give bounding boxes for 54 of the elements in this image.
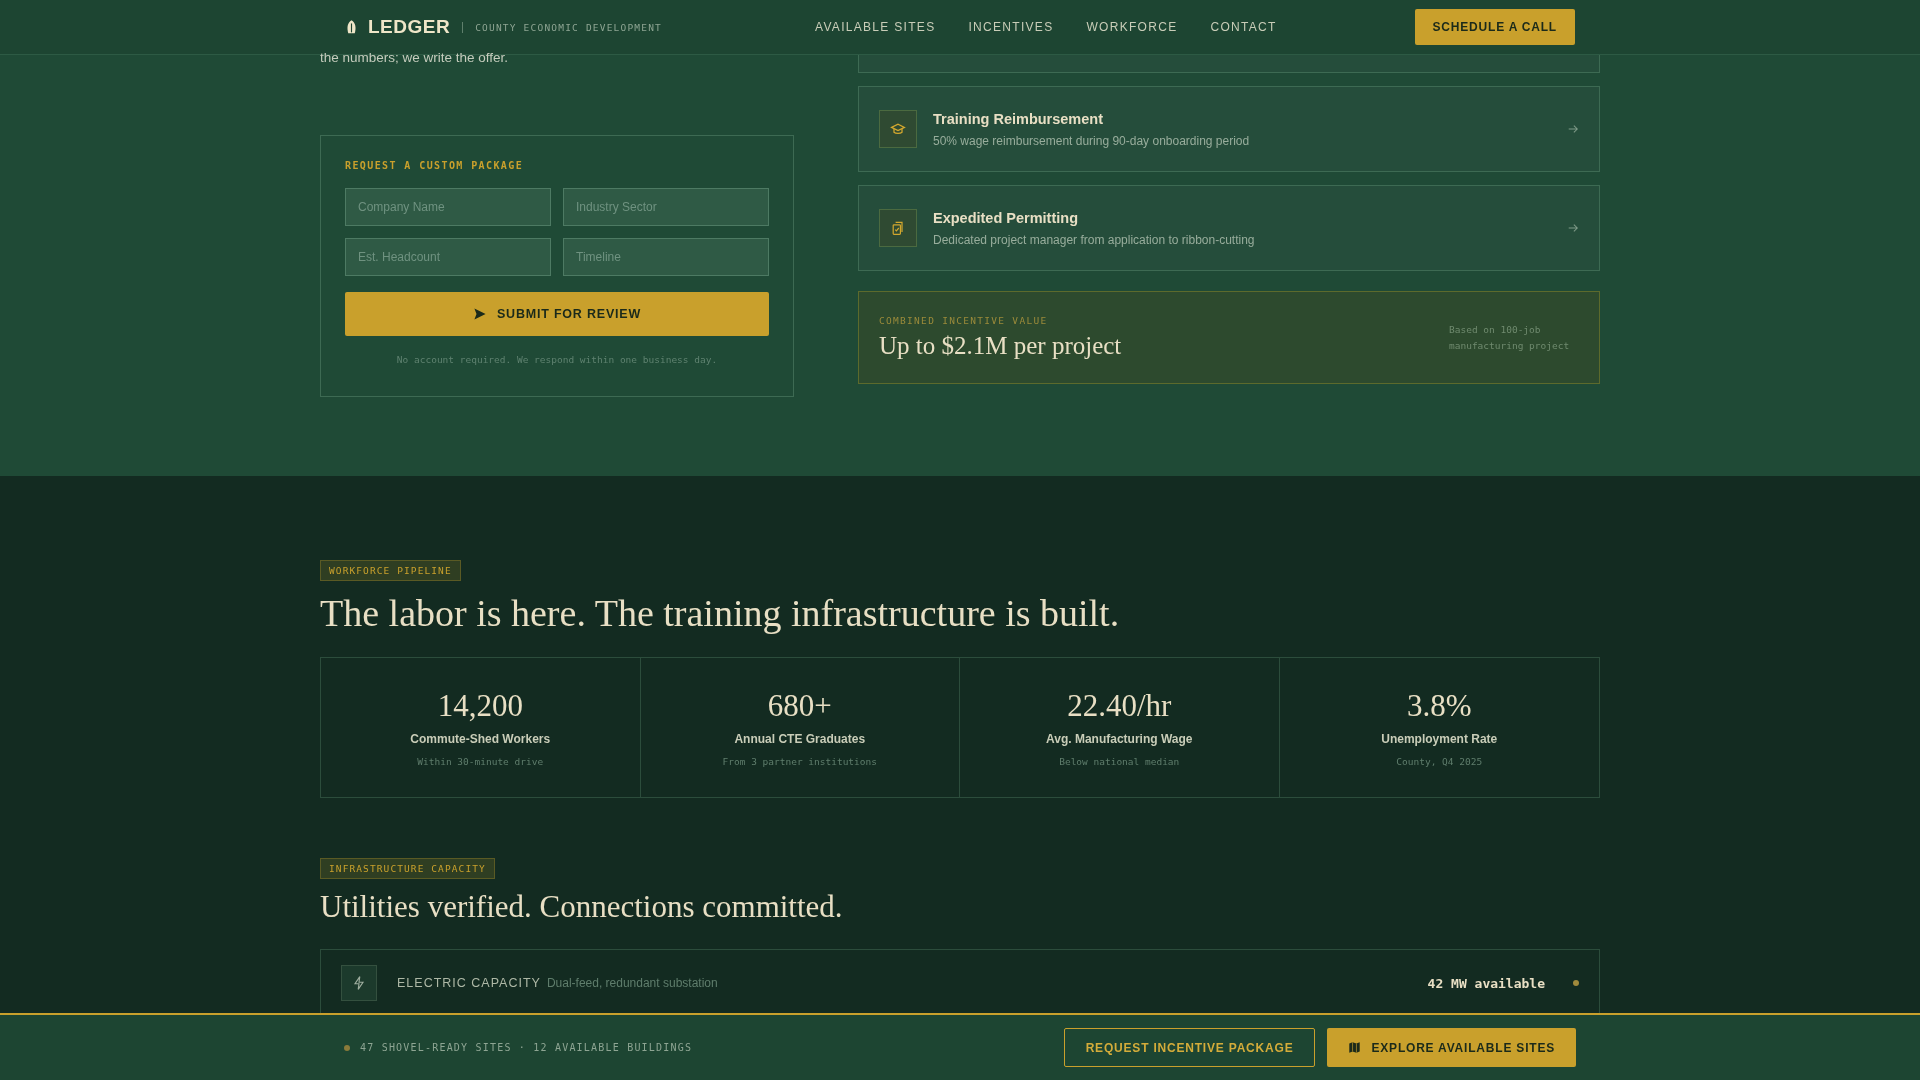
stat-label: Unemployment Rate [1381,732,1498,746]
nav-link[interactable]: AVAILABLE SITES [815,20,936,34]
stat-value: 22.40/hr [1067,688,1172,724]
schedule-call-button[interactable]: SCHEDULE A CALL [1414,9,1575,45]
input-field[interactable]: Est. Headcount [345,238,551,276]
utility-value: 42 MW available [1427,975,1545,991]
section-tag: WORKFORCE PIPELINE [320,560,461,581]
form-title: REQUEST A CUSTOM PACKAGE [345,160,525,171]
input-field[interactable]: Timeline [563,238,769,276]
intro-text: the numbers; we write the offer. [320,50,510,66]
status-text: 47 SHOVEL-READY SITES · 12 AVAILABLE BUILDINGS [360,1042,693,1053]
incentive-card[interactable]: Training Reimbursement 50% wage reimbursement during 90-day onboarding period [858,86,1600,172]
section-tag: INFRASTRUCTURE CAPACITY [320,858,495,879]
card-title: Training Reimbursement [933,110,1104,127]
submit-button[interactable]: SUBMIT FOR REVIEW [345,292,769,336]
send-icon [472,307,487,321]
arrow-icon [1567,222,1579,234]
summary-label: COMBINED INCENTIVE VALUE [879,315,1049,326]
card-title: Expedited Permitting [933,209,1080,226]
stat-value: 14,200 [437,688,523,724]
form-note: No account required. We respond within one business day. [395,354,719,365]
request-package-button[interactable]: REQUEST INCENTIVE PACKAGE [1063,1028,1316,1067]
stat-label: Avg. Manufacturing Wage [1046,732,1193,746]
input-field[interactable]: Company Name [345,188,551,226]
stat-note: Within 30-minute drive [417,756,544,767]
stat-label: Commute-Shed Workers [410,732,551,746]
graduation-cap-icon [879,110,917,148]
summary-value: Up to $2.1M per project [879,332,1122,360]
tagline: COUNTY ECONOMIC DEVELOPMENT [462,21,662,33]
explore-sites-button[interactable]: EXPLORE AVAILABLE SITES [1327,1028,1576,1067]
stat-value: 680+ [767,688,832,724]
card-description: 50% wage reimbursement during 90-day onboarding period [933,133,1251,148]
arrow-icon [1567,123,1579,135]
logo-text[interactable]: LEDGER [368,16,451,38]
stat-note: From 3 partner institutions [722,756,877,767]
nav-link[interactable]: CONTACT [1210,20,1277,34]
clipboard-icon [879,209,917,247]
leaf-icon [345,18,358,36]
map-icon [1348,1041,1362,1054]
summary-note: Based on 100-job manufacturing project [1449,322,1571,353]
input-field[interactable]: Industry Sector [563,188,769,226]
stat-note: Below national median [1059,756,1180,767]
nav-link[interactable]: WORKFORCE [1086,20,1178,34]
utility-name: ELECTRIC CAPACITY [397,976,541,990]
stat-note: County, Q4 2025 [1396,756,1483,767]
utility-description: Dual-feed, redundant substation [546,976,719,990]
nav-link[interactable]: INCENTIVES [968,20,1054,34]
lightning-icon [341,965,377,1001]
incentive-card[interactable]: Expedited Permitting Dedicated project manager from application to ribbon-cutting [858,185,1600,271]
section-heading: The labor is here. The training infrastructure is built. [320,591,1121,635]
stat-value: 3.8% [1406,688,1472,724]
card-description: Dedicated project manager from application to ribbon-cutting [933,232,1256,247]
stat-label: Annual CTE Graduates [734,732,866,746]
section-heading: Utilities verified. Connections committed. [320,889,844,925]
